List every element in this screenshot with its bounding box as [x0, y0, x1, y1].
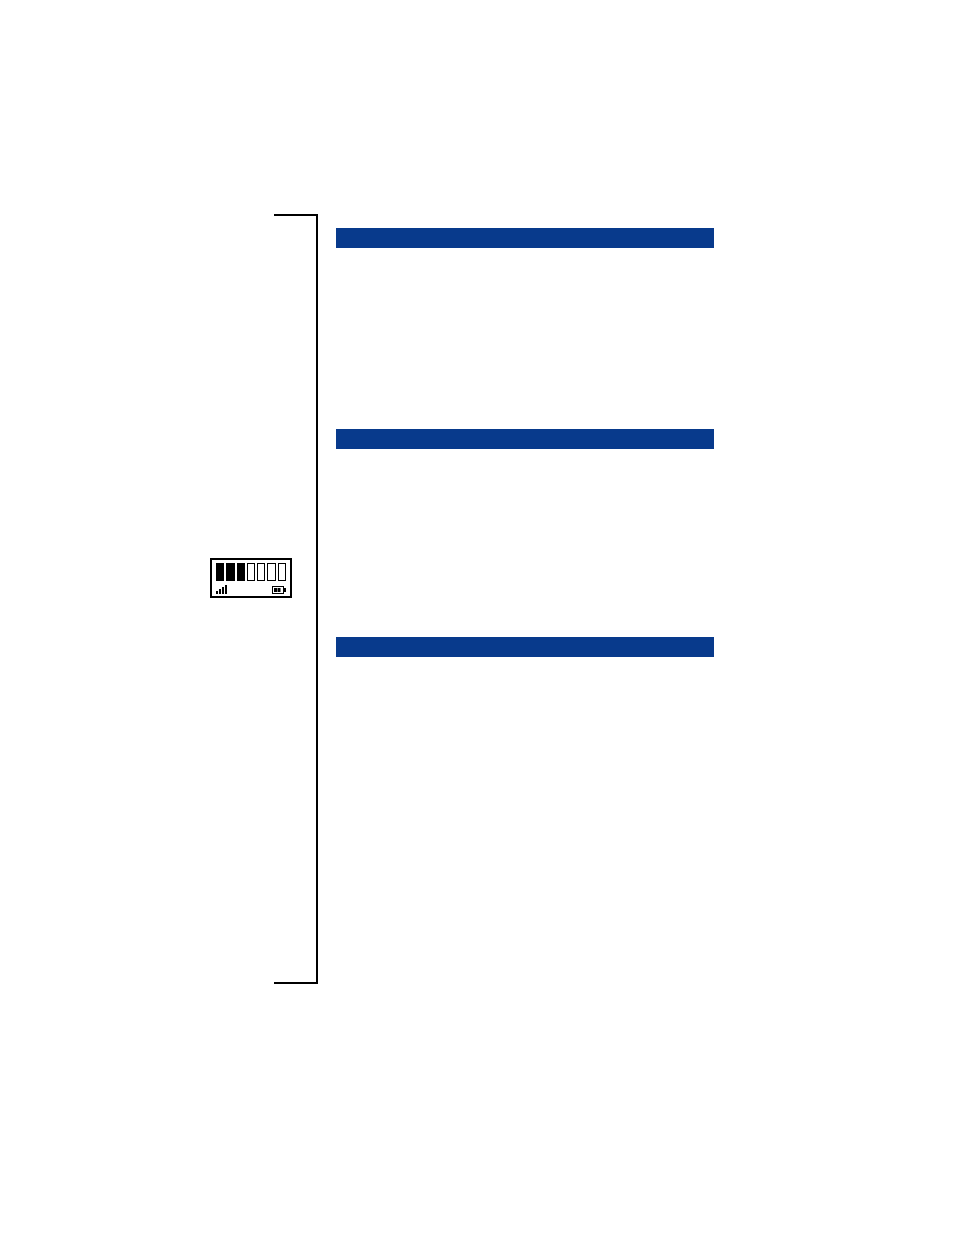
bracket-vertical-line: [316, 214, 318, 984]
phone-display: [210, 558, 292, 598]
battery-icon: [272, 586, 286, 594]
volume-segment: [267, 563, 275, 581]
volume-segment: [257, 563, 265, 581]
volume-segment: [216, 563, 224, 581]
volume-segment: [226, 563, 234, 581]
page: [0, 0, 954, 1235]
volume-segment: [237, 563, 245, 581]
bracket-top-line: [274, 214, 318, 216]
volume-segments: [216, 563, 286, 581]
signal-icon: [216, 584, 230, 594]
volume-segment: [278, 563, 286, 581]
bracket-bottom-line: [274, 982, 318, 984]
section-bar-1: [336, 228, 714, 248]
section-bar-2: [336, 429, 714, 449]
section-bar-3: [336, 637, 714, 657]
volume-segment: [247, 563, 255, 581]
